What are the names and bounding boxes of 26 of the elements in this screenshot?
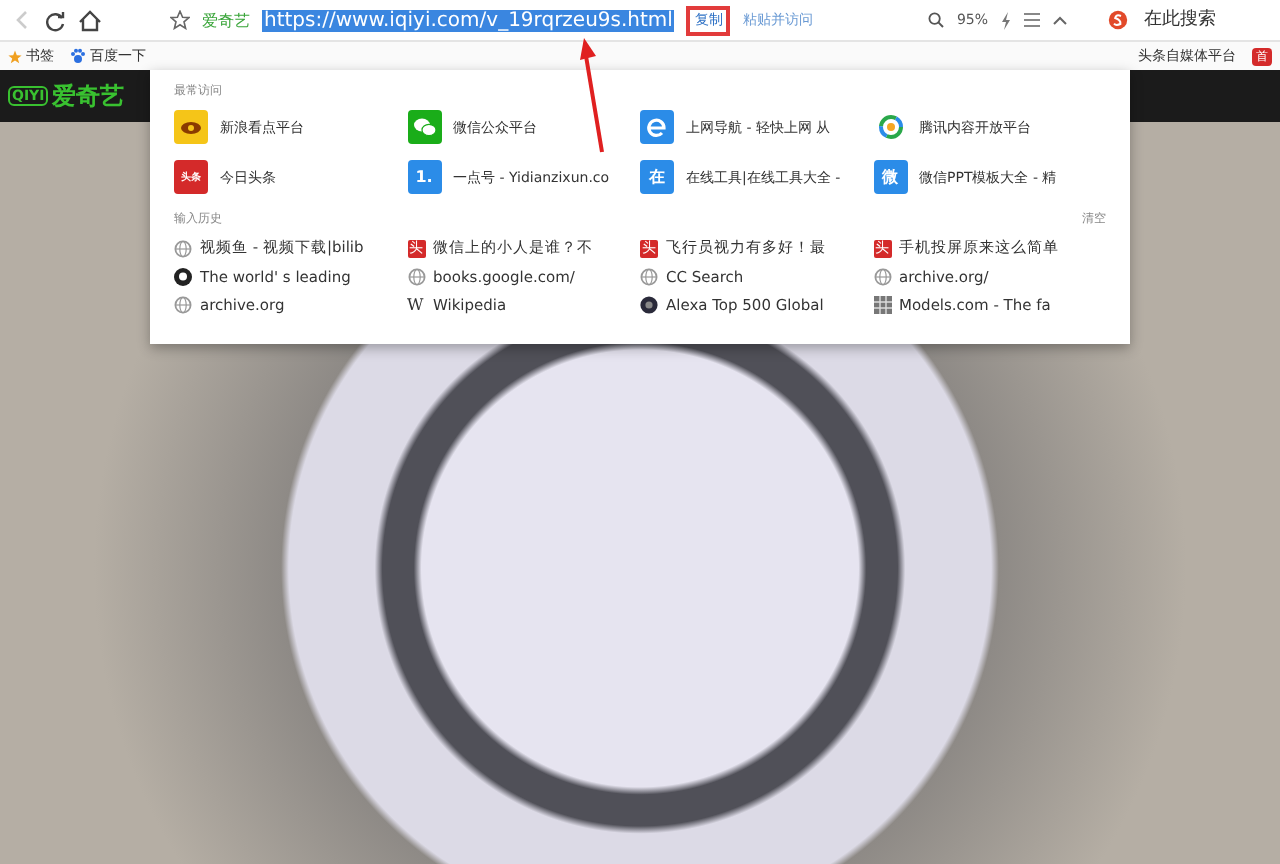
app-icon: 在	[640, 160, 674, 194]
grid-icon	[873, 296, 891, 314]
dark-circle-icon	[640, 296, 658, 314]
star-icon	[8, 49, 22, 63]
ring-logo-icon	[873, 110, 907, 144]
home-icon[interactable]	[78, 9, 102, 31]
wiki-icon: W	[407, 296, 425, 314]
grid-icon[interactable]	[1024, 12, 1040, 28]
globe-icon	[174, 296, 192, 314]
globe-icon	[640, 268, 658, 286]
paw-icon	[70, 48, 86, 64]
refresh-icon[interactable]	[44, 9, 66, 31]
globe-icon	[407, 268, 425, 286]
globe-icon	[174, 239, 192, 257]
app-icon: 1.	[407, 160, 441, 194]
caret-icon[interactable]	[1052, 14, 1068, 26]
app-icon: 微	[873, 160, 907, 194]
logo-text: 爱奇艺	[52, 79, 125, 113]
star-icon[interactable]	[170, 10, 190, 30]
zoom-icon[interactable]	[928, 12, 945, 28]
search-engine-icon[interactable]	[1108, 10, 1128, 30]
search-field[interactable]: 在此搜索	[1140, 8, 1268, 32]
globe-icon	[873, 268, 891, 286]
address-field[interactable]: https://www.iqiyi.com/v_19rqrzeu9s.html	[262, 9, 675, 31]
lightning-icon[interactable]	[1000, 11, 1012, 29]
site-name: 爱奇艺	[202, 9, 250, 31]
